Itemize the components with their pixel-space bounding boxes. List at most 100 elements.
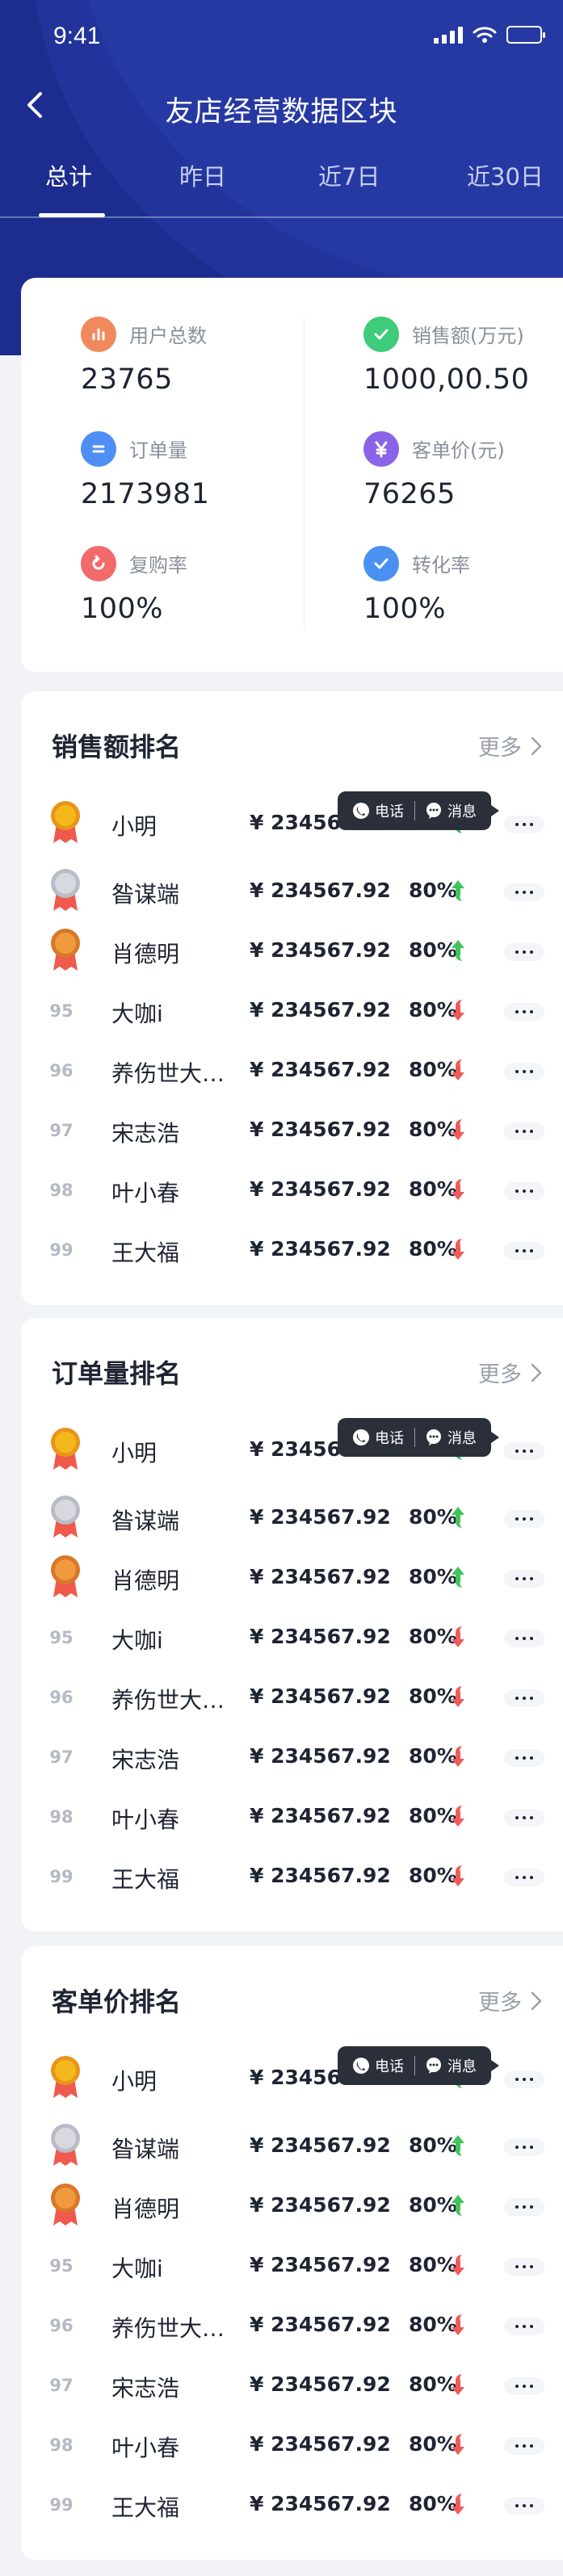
tab-total[interactable]: 总计 [45,158,92,215]
row-more-button[interactable] [504,1510,544,1528]
contact-popover: 电话 消息 [338,791,499,830]
phone-action[interactable]: 电话 [352,2055,404,2076]
tab-last-30-days[interactable]: 近30日 [467,158,544,215]
ranking-row: 95 大咖i ¥ 234567.92 80% [21,2240,563,2297]
row-more-button[interactable] [504,2437,544,2455]
row-more-button[interactable] [504,816,544,833]
more-link[interactable]: 更多 [478,730,543,761]
row-amount: ¥ 234567.92 [250,2253,391,2276]
row-more-button[interactable] [504,943,544,961]
row-more-button[interactable] [504,1869,544,1886]
row-more-button[interactable] [504,883,544,901]
phone-icon [353,1429,369,1445]
silver-medal-icon [48,2122,82,2167]
rank-number: 95 [49,1001,74,1021]
row-name: 宋志浩 [111,1747,180,1773]
row-more-button[interactable] [504,1182,544,1200]
message-action[interactable]: 消息 [425,1427,477,1448]
row-amount: ¥ 234567.92 [250,2133,391,2157]
row-amount: ¥ 234567.92 [250,1744,391,1768]
trend-down-arrow-icon [449,2313,467,2337]
phone-icon [353,2058,369,2074]
ranking-row: 99 王大福 ¥ 234567.92 80% [21,2479,563,2536]
rank-number: 96 [49,2316,74,2335]
metric-value: 1000,00.50 [363,363,530,396]
row-more-button[interactable] [504,1063,544,1080]
phone-label: 电话 [375,2058,404,2075]
row-more-button[interactable] [504,2497,544,2515]
wifi-icon [473,27,497,43]
row-name: 昝谋端 [111,1508,180,1534]
active-tab-indicator [39,213,105,217]
metric-value: 100% [81,593,164,625]
row-name: 叶小春 [111,1180,180,1206]
metric-order-count: 订单量 2173981 [19,392,278,510]
metric-label: 复购率 [129,554,187,577]
row-amount: ¥ 234567.92 [250,1864,391,1887]
rank-number: 98 [49,1807,74,1827]
rank-number: 98 [49,2435,74,2455]
row-name: 叶小春 [111,2435,180,2461]
row-more-button[interactable] [504,1242,544,1260]
order-ranking-card: 订单量排名更多小明¥ 234567.9280%电话消息昝谋端¥ 234567.9… [21,1318,563,1932]
message-action[interactable]: 消息 [425,800,477,821]
yen-icon [363,431,399,467]
trend-down-arrow-icon [449,1684,467,1709]
tab-last-7-days[interactable]: 近7日 [318,158,380,215]
trend-down-arrow-icon [449,1237,467,1261]
row-more-button[interactable] [504,1442,544,1460]
trend-down-arrow-icon [449,1625,467,1649]
ranking-row: 昝谋端 ¥ 234567.92 80% [21,2121,563,2177]
trend-down-arrow-icon [449,1177,467,1202]
phone-label: 电话 [375,803,404,820]
row-more-button[interactable] [504,2258,544,2276]
metric-conversion-rate: 转化率 100% [302,507,561,625]
trend-down-arrow-icon [449,1058,467,1082]
message-action[interactable]: 消息 [425,2055,477,2076]
row-more-button[interactable] [504,2138,544,2156]
rank-number: 99 [49,1867,74,1886]
row-more-button[interactable] [504,2318,544,2335]
phone-action[interactable]: 电话 [352,800,404,821]
row-more-button[interactable] [504,1122,544,1140]
row-amount: ¥ 234567.92 [250,2432,391,2456]
ranking-title: 客单价排名 [52,1987,182,2017]
trend-down-arrow-icon [449,1864,467,1888]
metric-label: 用户总数 [129,325,207,347]
row-more-button[interactable] [504,1570,544,1588]
row-more-button[interactable] [504,2070,544,2088]
row-more-button[interactable] [504,1749,544,1767]
phone-action[interactable]: 电话 [352,1427,404,1448]
row-more-button[interactable] [504,1689,544,1707]
ranking-row: 96 养伤世大… ¥ 234567.92 80% [21,2300,563,2356]
row-more-button[interactable] [504,2377,544,2395]
tab-yesterday[interactable]: 昨日 [179,158,226,215]
message-label: 消息 [447,2058,477,2075]
metric-label: 客单价(元) [412,439,505,462]
trend-up-arrow-icon [449,1505,467,1529]
ranking-row: 97 宋志浩 ¥ 234567.92 80% [21,1731,563,1788]
row-amount: ¥ 234567.92 [250,1804,391,1827]
bronze-medal-icon [48,1554,82,1599]
row-name: 大咖i [111,1627,163,1654]
message-icon [426,1429,441,1445]
rank-number: 97 [49,1747,74,1767]
row-more-button[interactable] [504,2198,544,2216]
contact-popover: 电话 消息 [338,1418,499,1457]
bronze-medal-icon [48,2182,82,2227]
ranking-row: 肖德明 ¥ 234567.92 80% [21,1552,563,1609]
row-more-button[interactable] [504,1003,544,1021]
silver-medal-icon [48,867,82,913]
metric-sales-amount: 销售额(万元) 1000,00.50 [302,278,561,396]
page-title: 友店经营数据区块 [165,96,398,128]
row-name: 肖德明 [111,2196,180,2222]
more-link[interactable]: 更多 [478,1357,543,1388]
row-more-button[interactable] [504,1809,544,1827]
row-name: 叶小春 [111,1806,180,1833]
row-more-button[interactable] [504,1630,544,1647]
row-amount: ¥ 234567.92 [250,879,391,902]
row-name: 小明 [111,813,158,840]
more-link[interactable]: 更多 [478,1985,543,2016]
ranking-row: 98 叶小春 ¥ 234567.92 80% [21,2419,563,2476]
trend-down-arrow-icon [449,1744,467,1768]
